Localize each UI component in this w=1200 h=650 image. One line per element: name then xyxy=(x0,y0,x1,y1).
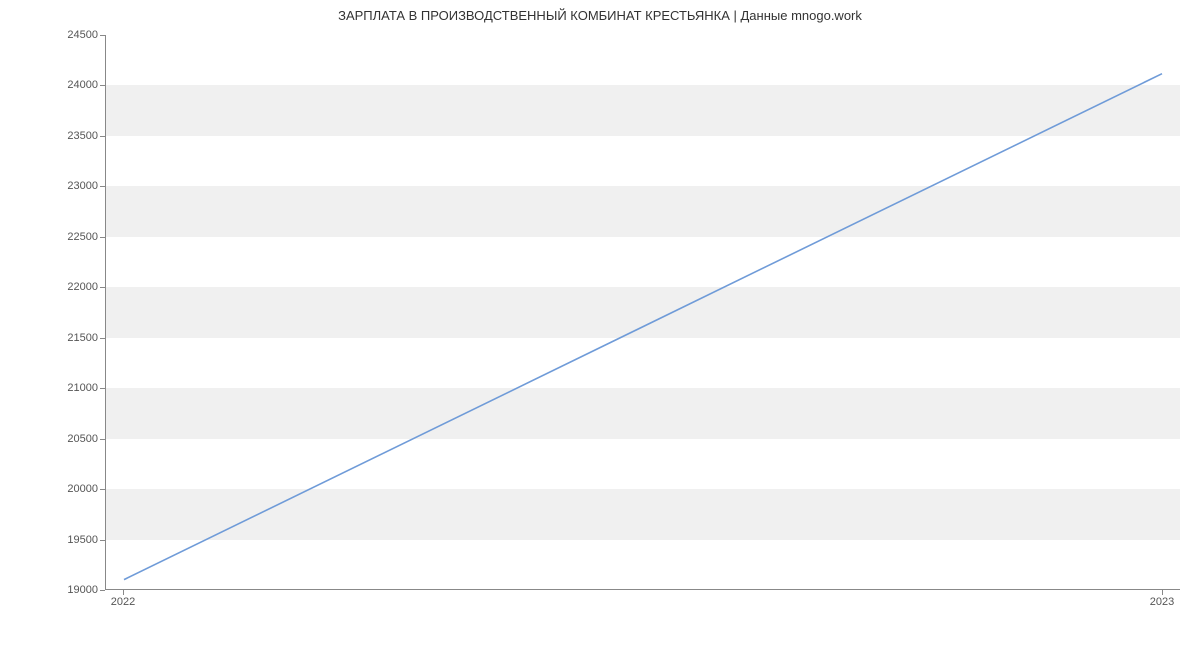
series-line xyxy=(124,74,1162,580)
y-tick-mark xyxy=(100,540,105,541)
y-tick-mark xyxy=(100,237,105,238)
line-layer xyxy=(106,35,1180,589)
plot-area xyxy=(105,35,1180,590)
y-tick-mark xyxy=(100,590,105,591)
x-tick-label: 2022 xyxy=(111,596,135,608)
x-tick-mark xyxy=(1162,590,1163,595)
chart-title: ЗАРПЛАТА В ПРОИЗВОДСТВЕННЫЙ КОМБИНАТ КРЕ… xyxy=(0,8,1200,23)
y-tick-label: 19000 xyxy=(8,584,98,596)
y-tick-label: 22000 xyxy=(8,281,98,293)
x-tick-mark xyxy=(123,590,124,595)
y-tick-mark xyxy=(100,439,105,440)
y-tick-mark xyxy=(100,489,105,490)
y-tick-label: 24500 xyxy=(8,29,98,41)
x-tick-label: 2023 xyxy=(1150,596,1174,608)
y-tick-mark xyxy=(100,136,105,137)
y-tick-label: 21000 xyxy=(8,382,98,394)
y-tick-label: 21500 xyxy=(8,332,98,344)
y-tick-label: 20000 xyxy=(8,483,98,495)
salary-line-chart: ЗАРПЛАТА В ПРОИЗВОДСТВЕННЫЙ КОМБИНАТ КРЕ… xyxy=(0,0,1200,650)
y-tick-mark xyxy=(100,338,105,339)
y-tick-label: 23000 xyxy=(8,180,98,192)
y-tick-mark xyxy=(100,388,105,389)
y-tick-label: 20500 xyxy=(8,433,98,445)
y-tick-label: 22500 xyxy=(8,231,98,243)
y-tick-label: 19500 xyxy=(8,534,98,546)
y-tick-mark xyxy=(100,186,105,187)
y-tick-mark xyxy=(100,85,105,86)
y-tick-label: 23500 xyxy=(8,130,98,142)
y-tick-label: 24000 xyxy=(8,79,98,91)
y-tick-mark xyxy=(100,35,105,36)
y-tick-mark xyxy=(100,287,105,288)
